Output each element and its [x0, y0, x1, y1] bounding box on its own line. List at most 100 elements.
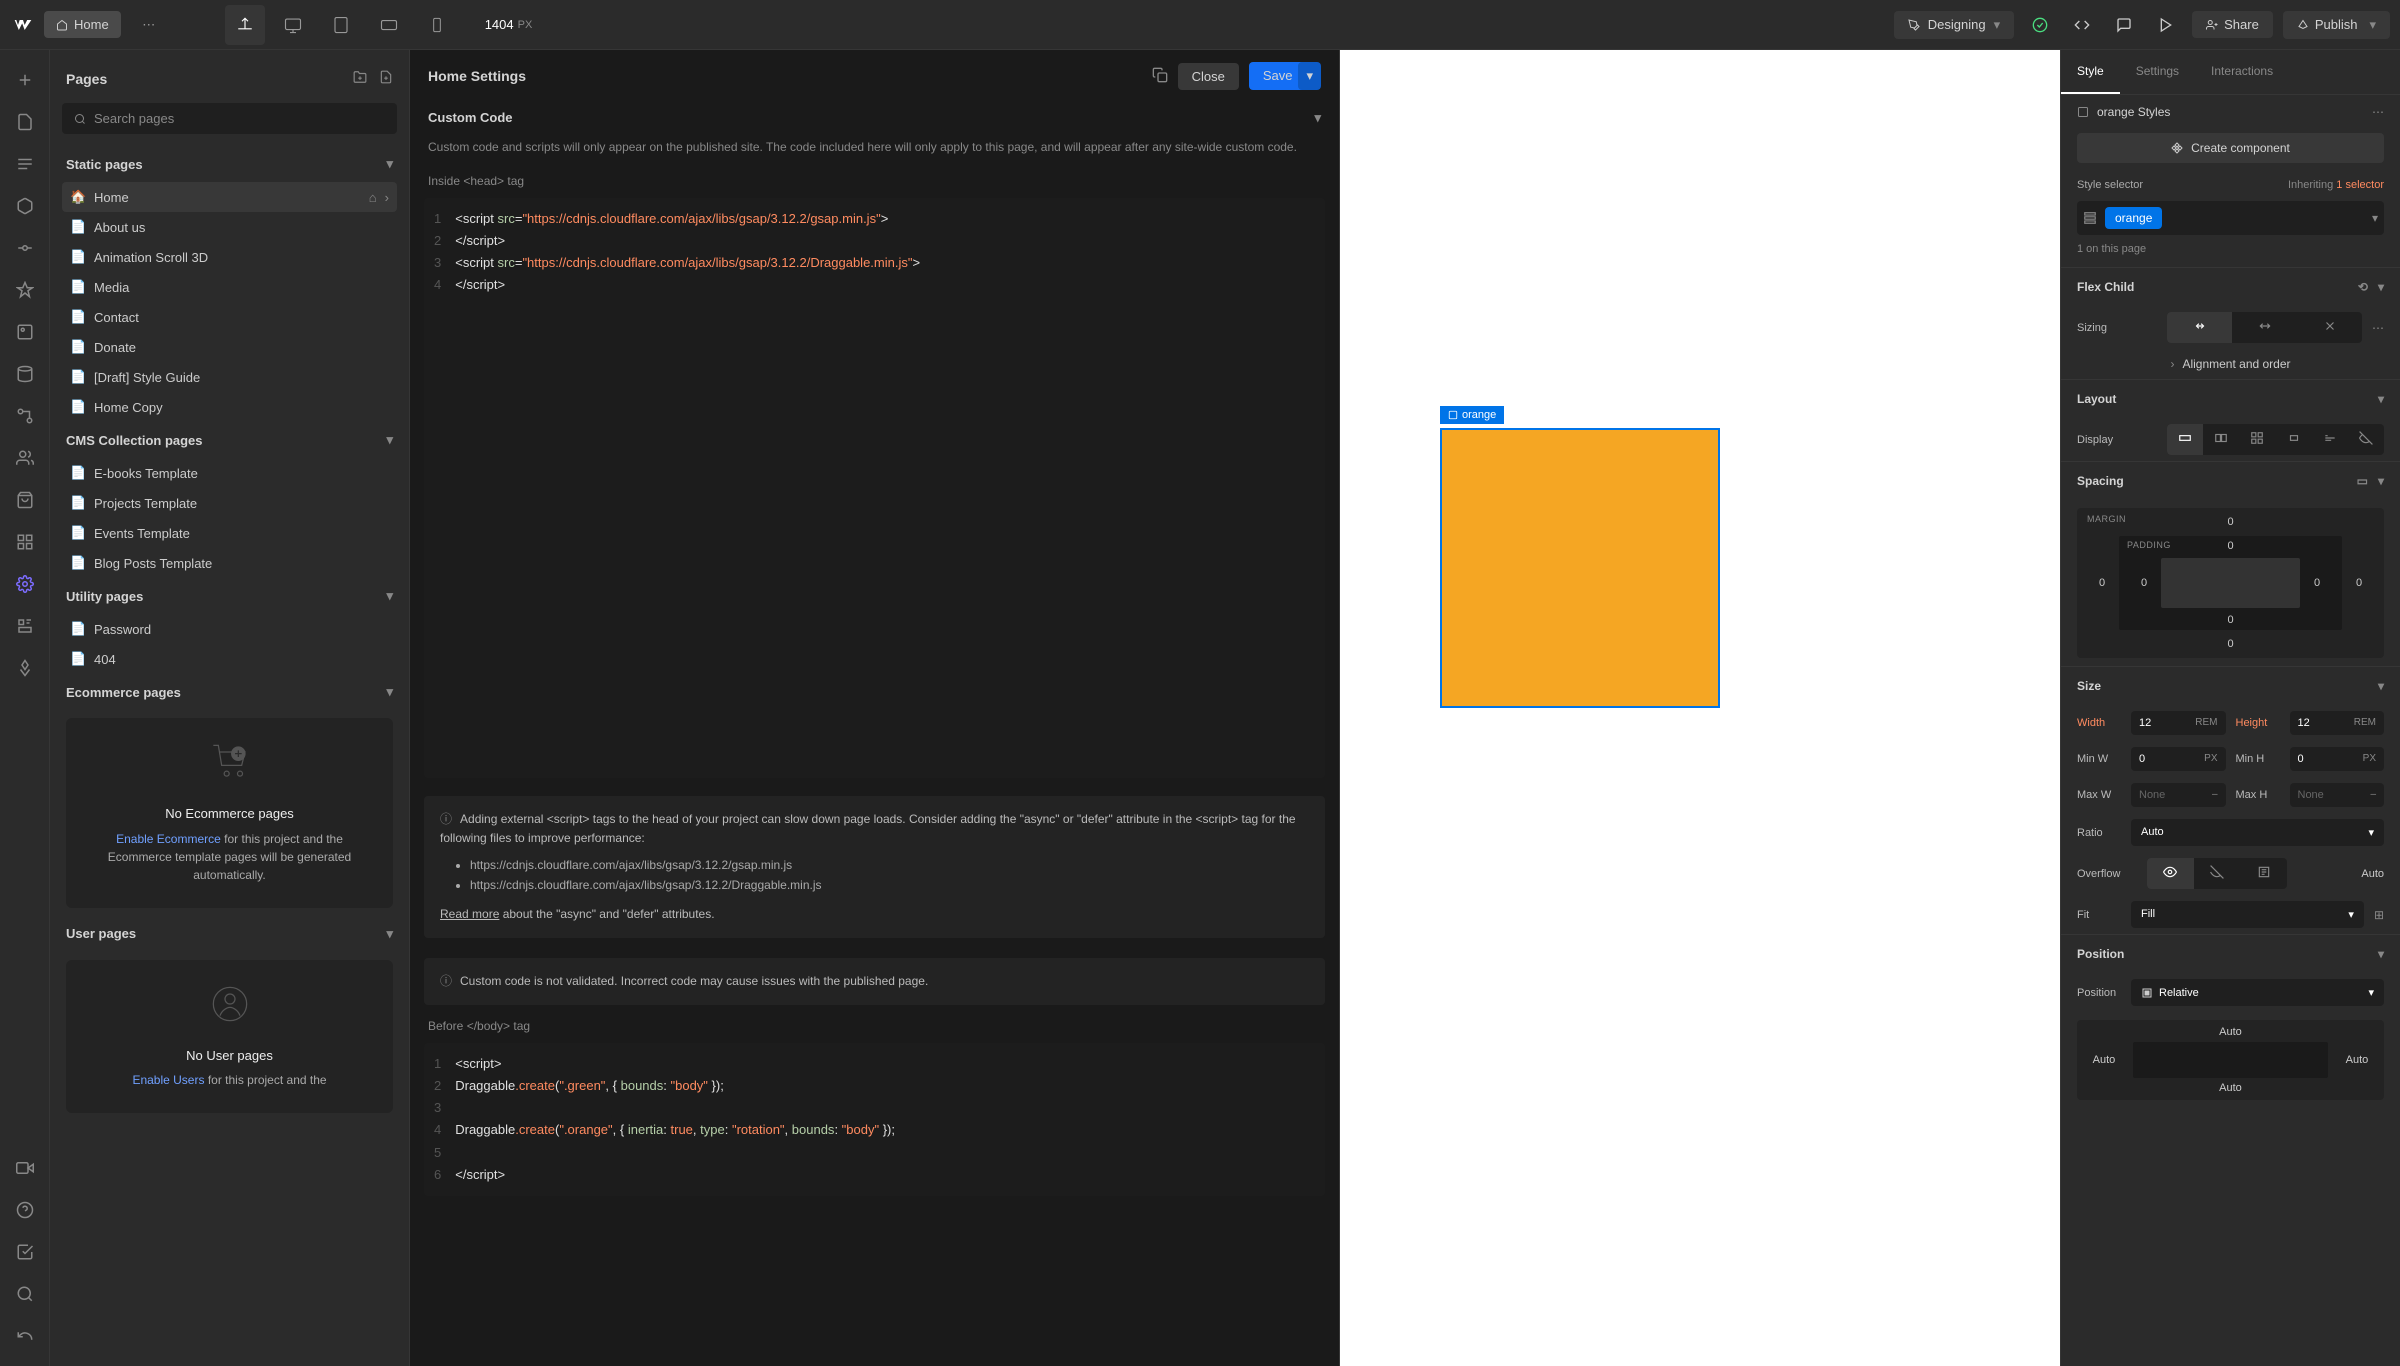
cms-pages-header[interactable]: CMS Collection pages ▾ [62, 422, 397, 458]
canvas-width[interactable]: 1404 PX [485, 17, 533, 32]
overflow-control[interactable] [2147, 858, 2287, 889]
spacing-section[interactable]: Spacing ▭▾ [2061, 461, 2400, 500]
display-grid-icon[interactable] [2239, 424, 2275, 455]
element-selection-label[interactable]: orange [1440, 406, 1504, 424]
ecommerce-icon[interactable] [5, 480, 45, 520]
search-pages-input[interactable]: Search pages [62, 103, 397, 134]
body-code-editor[interactable]: 1 2 3 4 5 6 <script> Draggable.create(".… [424, 1043, 1325, 1196]
help-icon[interactable] [5, 1190, 45, 1230]
breakpoint-base-icon[interactable] [225, 5, 265, 45]
head-code-editor[interactable]: 1 2 3 4 <script src="https://cdnjs.cloud… [424, 198, 1325, 778]
page-item[interactable]: 📄Donate [62, 332, 397, 362]
users-icon[interactable] [5, 438, 45, 478]
display-control[interactable] [2167, 424, 2384, 455]
spacing-mode-icon[interactable]: ▭ [2357, 474, 2368, 488]
page-item[interactable]: 📄E-books Template [62, 458, 397, 488]
share-button[interactable]: Share [2192, 11, 2273, 38]
custom-code-section-header[interactable]: Custom Code ▾ [410, 102, 1339, 138]
max-height-input[interactable]: None– [2290, 783, 2385, 807]
enable-ecommerce-link[interactable]: Enable Ecommerce [116, 832, 221, 846]
page-item-home[interactable]: 🏠 Home ⌂› [62, 182, 397, 212]
components-icon[interactable] [5, 186, 45, 226]
ratio-select[interactable]: Auto▾ [2131, 819, 2384, 846]
layout-section[interactable]: Layout ▾ [2061, 379, 2400, 418]
breakpoint-tablet-icon[interactable] [321, 5, 361, 45]
page-item[interactable]: 📄Password [62, 614, 397, 644]
comments-icon[interactable] [2108, 9, 2140, 41]
style-selector-input[interactable]: orange ▾ [2077, 201, 2384, 235]
display-inline-block-icon[interactable] [2276, 424, 2312, 455]
copy-icon[interactable] [1152, 67, 1168, 86]
breakpoint-mobile-landscape-icon[interactable] [369, 5, 409, 45]
undo-icon[interactable] [5, 1316, 45, 1356]
status-check-icon[interactable] [2024, 9, 2056, 41]
settings-icon[interactable] [5, 564, 45, 604]
page-settings-icon[interactable]: › [385, 190, 389, 205]
webflow-logo[interactable] [10, 12, 36, 38]
navigator-icon[interactable] [5, 144, 45, 184]
tab-interactions[interactable]: Interactions [2195, 50, 2289, 94]
more-icon[interactable]: ⋯ [2372, 321, 2384, 335]
enable-users-link[interactable]: Enable Users [132, 1073, 204, 1087]
fit-select[interactable]: Fill▾ [2131, 901, 2364, 928]
size-section[interactable]: Size ▾ [2061, 666, 2400, 705]
position-offsets-control[interactable]: Auto Auto Auto Auto [2077, 1020, 2384, 1100]
page-item[interactable]: 📄Blog Posts Template [62, 548, 397, 578]
close-button[interactable]: Close [1178, 63, 1239, 90]
pages-icon[interactable] [5, 102, 45, 142]
read-more-link[interactable]: Read more [440, 907, 499, 921]
page-item[interactable]: 📄About us [62, 212, 397, 242]
cms-icon[interactable] [5, 354, 45, 394]
add-element-icon[interactable] [5, 60, 45, 100]
min-width-input[interactable]: 0PX [2131, 747, 2226, 771]
designing-mode-button[interactable]: Designing ▾ [1894, 11, 2014, 39]
reset-icon[interactable]: ⟲ [2358, 280, 2368, 294]
page-item[interactable]: 📄404 [62, 644, 397, 674]
video-icon[interactable] [5, 1148, 45, 1188]
sizing-grow-icon[interactable] [2232, 312, 2297, 343]
max-width-input[interactable]: None– [2131, 783, 2226, 807]
variables-icon[interactable] [5, 228, 45, 268]
audit-icon[interactable] [5, 1232, 45, 1272]
display-inline-icon[interactable] [2312, 424, 2348, 455]
flex-child-section[interactable]: Flex Child ⟲▾ [2061, 267, 2400, 306]
canvas[interactable]: orange [1340, 50, 2060, 1366]
display-none-icon[interactable] [2348, 424, 2384, 455]
min-height-input[interactable]: 0PX [2290, 747, 2385, 771]
logic-icon[interactable] [5, 396, 45, 436]
utility-pages-header[interactable]: Utility pages ▾ [62, 578, 397, 614]
selector-tag[interactable]: orange [2105, 207, 2162, 229]
height-input[interactable]: 12REM [2290, 711, 2385, 735]
sizing-control[interactable] [2167, 312, 2362, 343]
assets-icon[interactable] [5, 312, 45, 352]
overflow-hidden-icon[interactable] [2194, 858, 2241, 889]
ecommerce-pages-header[interactable]: Ecommerce pages ▾ [62, 674, 397, 710]
display-flex-icon[interactable] [2203, 424, 2239, 455]
page-item[interactable]: 📄Animation Scroll 3D [62, 242, 397, 272]
new-page-icon[interactable] [379, 70, 393, 87]
alignment-expand[interactable]: ›Alignment and order [2061, 349, 2400, 379]
finsweet-icon[interactable] [5, 606, 45, 646]
styles-icon[interactable] [5, 270, 45, 310]
page-item[interactable]: 📄Projects Template [62, 488, 397, 518]
page-item[interactable]: 📄[Draft] Style Guide [62, 362, 397, 392]
sizing-shrink-icon[interactable] [2167, 312, 2232, 343]
page-item[interactable]: 📄Contact [62, 302, 397, 332]
spacing-control[interactable]: MARGIN 0 0 0 0 PADDING 0 0 0 0 [2077, 508, 2384, 658]
breakpoint-desktop-icon[interactable] [273, 5, 313, 45]
page-item[interactable]: 📄Media [62, 272, 397, 302]
more-options-icon[interactable]: ⋯ [2372, 105, 2384, 119]
apps-icon[interactable] [5, 522, 45, 562]
extension-icon[interactable] [5, 648, 45, 688]
publish-button[interactable]: Publish ▾ [2283, 11, 2390, 39]
orange-element[interactable] [1440, 428, 1720, 708]
page-item[interactable]: 📄Events Template [62, 518, 397, 548]
width-input[interactable]: 12REM [2131, 711, 2226, 735]
page-item[interactable]: 📄Home Copy [62, 392, 397, 422]
sizing-none-icon[interactable] [2297, 312, 2362, 343]
position-select[interactable]: Relative ▾ [2131, 979, 2384, 1006]
tab-style[interactable]: Style [2061, 50, 2120, 94]
save-dropdown-button[interactable]: ▾ [1298, 62, 1321, 90]
preview-icon[interactable] [2150, 9, 2182, 41]
display-block-icon[interactable] [2167, 424, 2203, 455]
